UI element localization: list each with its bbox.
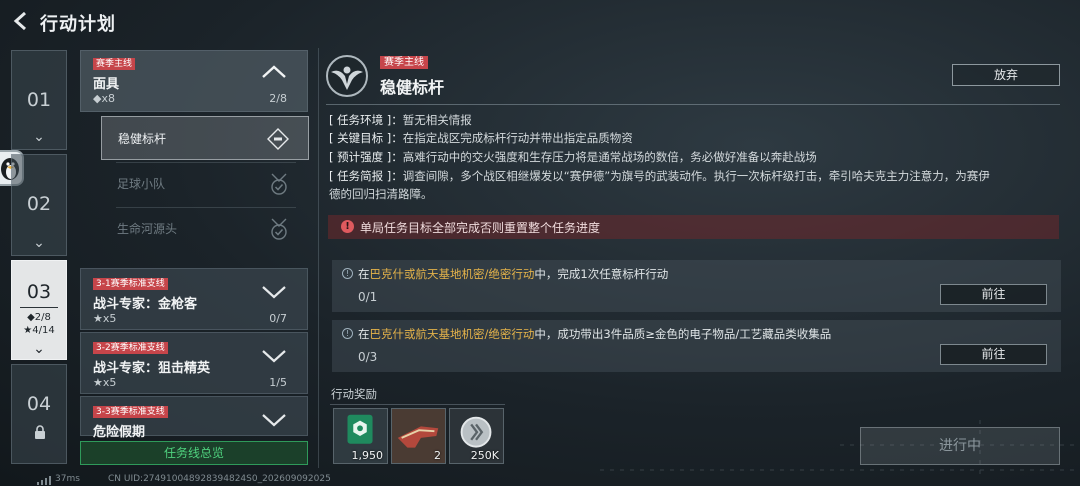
divider xyxy=(318,48,319,468)
chapter-number: 04 xyxy=(26,393,52,415)
info-goal: [ 关键目标 ]：在指定战区完成标杆行动并带出指定品质物资 xyxy=(329,129,1064,147)
mission-title: 战斗专家：狙击精英 xyxy=(93,361,211,376)
mission-title: 面具 xyxy=(93,77,120,92)
reward-item[interactable]: 1,950 xyxy=(333,408,388,464)
divider xyxy=(20,307,58,308)
chapter-number: 03 xyxy=(26,281,52,303)
chevron-down-icon xyxy=(262,350,286,363)
mission-tag: 赛季主线 xyxy=(93,58,136,70)
mission-branch-3-1[interactable]: 3-1赛季标准支线 战斗专家：金枪客 ★x5 0/7 xyxy=(80,268,308,330)
chapter-number: 01 xyxy=(26,89,52,111)
chapter-number: 02 xyxy=(26,193,52,215)
completed-medal-icon xyxy=(271,218,287,240)
info-intensity: [ 预计强度 ]：高难行动中的交火强度和生存压力将是通常战场的数倍，务必做好准备… xyxy=(329,148,1064,166)
chapter-star-progress: ★4/14 xyxy=(23,325,55,336)
alert-icon: ! xyxy=(341,220,354,233)
chevron-down-icon: ⌄ xyxy=(33,341,45,357)
go-button[interactable]: 前往 xyxy=(940,284,1047,305)
chevron-down-icon: ⌄ xyxy=(33,129,45,145)
rewards-label: 行动奖励 xyxy=(331,387,377,401)
info-key: [ 关键目标 ]： xyxy=(329,131,403,145)
eagle-emblem-icon xyxy=(326,55,368,97)
task-location: 巴克什或航天基地机密/绝密行动 xyxy=(369,327,535,341)
task-progress: 0/3 xyxy=(358,350,378,364)
go-button[interactable]: 前往 xyxy=(940,344,1047,365)
task-item: ! 在巴克什或航天基地机密/绝密行动中，成功带出3件品质≥金色的电子物品/工艺藏… xyxy=(332,320,1061,372)
task-location: 巴克什或航天基地机密/绝密行动 xyxy=(369,267,535,281)
mission-overview-button[interactable]: 任务线总览 xyxy=(80,441,308,465)
mission-tag: 3-1赛季标准支线 xyxy=(93,278,168,290)
mission-tag: 3-2赛季标准支线 xyxy=(93,342,168,354)
lock-icon xyxy=(35,425,45,439)
chapter-01[interactable]: 01 ⌄ xyxy=(11,50,67,150)
info-key: [ 预计强度 ]： xyxy=(329,150,403,164)
warning-text: 单局任务目标全部完成否则重置整个任务进度 xyxy=(360,221,601,235)
reward-item[interactable]: 2 xyxy=(391,408,446,464)
reward-quantity: 2 xyxy=(434,449,441,462)
ping-value: 37ms xyxy=(55,474,80,484)
sub-mission-label: 稳健标杆 xyxy=(118,132,167,146)
mission-reward-count: ★x5 xyxy=(93,376,117,389)
mission-branch-3-2[interactable]: 3-2赛季标准支线 战斗专家：狙击精英 ★x5 1/5 xyxy=(80,332,308,394)
warning-banner: ! 单局任务目标全部完成否则重置整个任务进度 xyxy=(328,215,1059,239)
chapter-03[interactable]: 03 ◆2/8 ★4/14 ⌄ xyxy=(11,260,67,360)
detail-tag: 赛季主线 xyxy=(380,56,428,69)
chevron-left-icon xyxy=(13,11,26,31)
mission-progress: 1/5 xyxy=(269,376,287,389)
uid-text: CN UID:274910048928394824S0_202609092025 xyxy=(108,474,331,484)
reward-quantity: 250K xyxy=(470,449,499,462)
chapter-04[interactable]: 04 xyxy=(11,364,67,464)
target-diamond-icon xyxy=(267,128,289,150)
task-description: 在巴克什或航天基地机密/绝密行动中，完成1次任意标杆行动 xyxy=(358,267,669,281)
chapter-diamond-progress: ◆2/8 xyxy=(27,312,51,323)
task-item: ! 在巴克什或航天基地机密/绝密行动中，完成1次任意标杆行动 0/1 前往 xyxy=(332,260,1061,312)
task-progress: 0/1 xyxy=(358,290,378,304)
signal-icon xyxy=(37,476,51,485)
chevron-down-icon xyxy=(262,414,286,427)
sub-mission-done[interactable]: 生命河源头 xyxy=(101,207,309,251)
info-value: 调查间隙，多个战区相继爆发以“赛伊德”为旗号的武装动作。执行一次标杆级打击，牵引… xyxy=(402,169,990,183)
divider xyxy=(330,404,505,405)
sub-mission-label: 足球小队 xyxy=(117,177,166,191)
divider xyxy=(326,104,1060,105)
mission-title: 危险假期 xyxy=(93,425,146,440)
info-key: [ 任务简报 ]： xyxy=(329,169,403,183)
sub-mission-active[interactable]: 稳健标杆 xyxy=(101,116,309,160)
completed-medal-icon xyxy=(271,173,287,195)
mission-progress: 2/8 xyxy=(269,92,287,105)
status-footer: 37ms CN UID:274910048928394824S0_2026090… xyxy=(0,474,1080,486)
abandon-button[interactable]: 放弃 xyxy=(952,64,1060,86)
sub-mission-label: 生命河源头 xyxy=(117,222,178,236)
mission-branch-3-3[interactable]: 3-3赛季标准支线 危险假期 xyxy=(80,396,308,440)
reward-item[interactable]: 250K xyxy=(449,408,504,464)
chevron-down-icon: ⌄ xyxy=(33,235,45,251)
chevron-down-icon xyxy=(262,286,286,299)
info-key: [ 任务环境 ]： xyxy=(329,113,403,127)
in-progress-button: 进行中 xyxy=(860,427,1060,465)
info-briefing: [ 任务简报 ]：调查间隙，多个战区相继爆发以“赛伊德”为旗号的武装动作。执行一… xyxy=(329,167,1064,185)
chapter-02[interactable]: 02 ⌄ xyxy=(11,154,67,256)
task-description: 在巴克什或航天基地机密/绝密行动中，成功带出3件品质≥金色的电子物品/工艺藏品类… xyxy=(358,327,832,341)
reward-quantity: 1,950 xyxy=(351,449,384,462)
sub-mission-done[interactable]: 足球小队 xyxy=(101,162,309,206)
back-button[interactable] xyxy=(10,10,32,32)
info-value: 暂无相关情报 xyxy=(402,113,472,127)
mission-progress: 0/7 xyxy=(269,312,287,325)
page-title: 行动计划 xyxy=(40,14,116,35)
detail-title: 稳健标杆 xyxy=(380,78,445,97)
info-briefing-cont: 德的回归扫清路障。 xyxy=(329,187,433,201)
mission-reward-count: ★x5 xyxy=(93,312,117,325)
mission-tag: 3-3赛季标准支线 xyxy=(93,406,168,418)
info-environment: [ 任务环境 ]：暂无相关情报 xyxy=(329,111,1064,129)
chevron-up-icon xyxy=(262,65,286,78)
info-value: 高难行动中的交火强度和生存压力将是通常战场的数倍，务必做好准备以奔赴战场 xyxy=(402,150,817,164)
info-value: 在指定战区完成标杆行动并带出指定品质物资 xyxy=(402,131,633,145)
mission-title: 战斗专家：金枪客 xyxy=(93,297,198,312)
mission-main[interactable]: 赛季主线 面具 ◆x8 2/8 xyxy=(80,50,308,112)
info-icon: ! xyxy=(342,268,353,279)
mission-reward-count: ◆x8 xyxy=(93,92,115,105)
info-icon: ! xyxy=(342,328,353,339)
